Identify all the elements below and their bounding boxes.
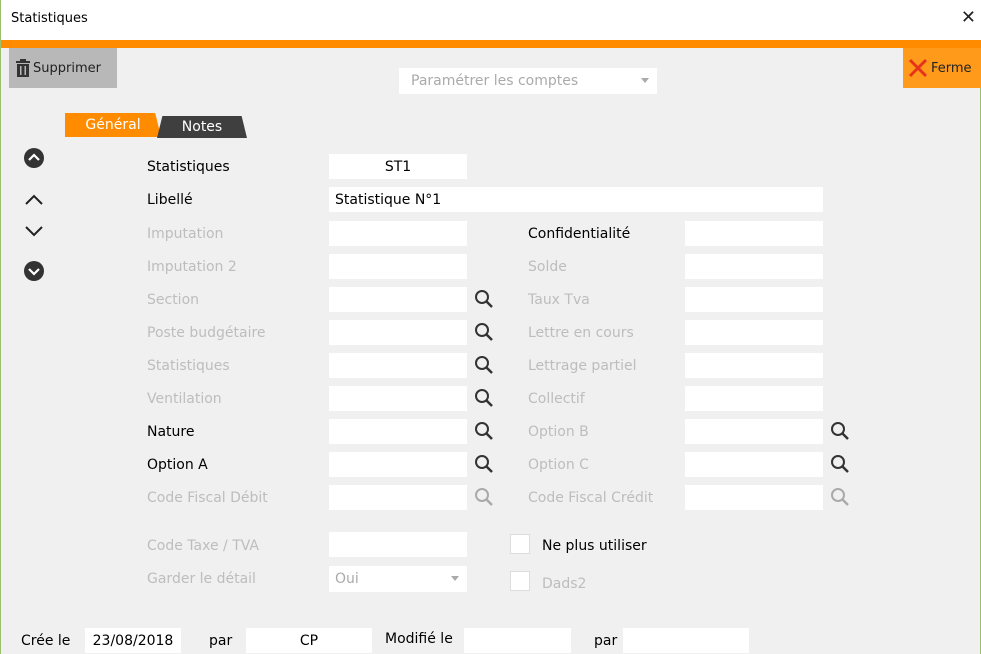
modified-by-field [623,628,749,653]
confidentialite-field[interactable] [685,221,823,246]
poste-budgetaire-search-icon[interactable] [474,322,494,342]
statistiques2-search-icon[interactable] [474,355,494,375]
tab-general-label: Général [85,117,141,133]
ventilation-search-icon[interactable] [474,388,494,408]
imputation-field[interactable] [329,221,467,246]
statistiques-code-field[interactable]: ST1 [329,154,467,179]
trash-icon [16,59,30,77]
garder-detail-value: Oui [335,571,359,587]
previous-record-icon[interactable] [25,191,43,209]
statistiques2-field[interactable] [329,353,467,378]
option-c-search-icon[interactable] [830,454,850,474]
option-a-field[interactable] [329,452,467,477]
nature-search-icon[interactable] [474,421,494,441]
section-field[interactable] [329,287,467,312]
chevron-down-icon [641,78,649,83]
lettre-en-cours-label: Lettre en cours [528,325,634,341]
first-record-icon[interactable] [24,148,44,168]
solde-field[interactable] [685,254,823,279]
delete-button-label: Supprimer [33,60,101,76]
taux-tva-label: Taux Tva [528,292,590,308]
code-fiscal-debit-search-icon[interactable] [474,487,494,507]
dads2-label: Dads2 [542,576,587,592]
chevron-down-icon [451,576,459,581]
garder-detail-select[interactable]: Oui [329,566,467,592]
nature-field[interactable] [329,419,467,444]
option-a-label: Option A [147,457,208,473]
statistiques-window: Statistiques ✕ Supprimer Ferme Paramétre… [0,0,981,654]
ne-plus-utiliser-checkbox[interactable] [510,534,530,554]
code-fiscal-credit-search-icon[interactable] [830,487,850,507]
imputation2-label: Imputation 2 [147,259,237,275]
dads2-checkbox[interactable] [510,571,530,591]
modified-date-field [464,628,571,653]
lettrage-partiel-field[interactable] [685,353,823,378]
collectif-label: Collectif [528,391,585,407]
next-record-icon[interactable] [25,222,43,240]
accounts-settings-placeholder: Paramétrer les comptes [411,73,579,89]
option-c-field[interactable] [685,452,823,477]
ventilation-label: Ventilation [147,391,222,407]
code-fiscal-credit-field[interactable] [685,485,823,510]
code-fiscal-debit-label: Code Fiscal Débit [147,490,268,506]
ne-plus-utiliser-label: Ne plus utiliser [542,538,647,554]
tab-general[interactable]: Général [65,113,161,137]
ventilation-field[interactable] [329,386,467,411]
window-title: Statistiques [11,11,88,26]
section-label: Section [147,292,200,308]
statistiques2-label: Statistiques [147,358,230,374]
garder-detail-label: Garder le détail [147,571,256,587]
confidentialite-label: Confidentialité [528,226,631,242]
tab-notes[interactable]: Notes [157,116,247,138]
created-by-field: CP [246,628,372,653]
poste-budgetaire-label: Poste budgétaire [147,325,266,341]
libelle-label: Libellé [147,192,193,208]
lettre-en-cours-field[interactable] [685,320,823,345]
solde-label: Solde [528,259,567,275]
modified-label: Modifié le [385,631,453,647]
section-search-icon[interactable] [474,289,494,309]
libelle-field[interactable]: Statistique N°1 [329,187,823,212]
close-icon [908,58,928,78]
imputation2-field[interactable] [329,254,467,279]
option-b-field[interactable] [685,419,823,444]
option-a-search-icon[interactable] [474,454,494,474]
nature-label: Nature [147,424,195,440]
close-window-icon[interactable]: ✕ [961,8,976,28]
taux-tva-field[interactable] [685,287,823,312]
close-button-label: Ferme [931,60,972,76]
last-record-icon[interactable] [24,261,44,281]
option-b-label: Option B [528,424,589,440]
close-button[interactable]: Ferme [903,48,981,88]
code-fiscal-debit-field[interactable] [329,485,467,510]
code-taxe-label: Code Taxe / TVA [147,538,259,554]
option-c-label: Option C [528,457,589,473]
imputation-label: Imputation [147,226,224,242]
accent-bar [1,40,981,48]
option-b-search-icon[interactable] [830,421,850,441]
code-taxe-field[interactable] [329,532,467,557]
created-date-field: 23/08/2018 [85,628,181,653]
created-label: Crée le [21,633,71,649]
code-fiscal-credit-label: Code Fiscal Crédit [528,490,654,506]
modified-by-label: par [594,633,618,649]
accounts-settings-select[interactable]: Paramétrer les comptes [399,68,657,94]
collectif-field[interactable] [685,386,823,411]
created-by-label: par [209,633,233,649]
title-bar: Statistiques ✕ [1,0,981,40]
poste-budgetaire-field[interactable] [329,320,467,345]
tab-notes-label: Notes [181,119,223,135]
delete-button[interactable]: Supprimer [9,48,117,88]
statistiques-label: Statistiques [147,159,230,175]
lettrage-partiel-label: Lettrage partiel [528,358,637,374]
